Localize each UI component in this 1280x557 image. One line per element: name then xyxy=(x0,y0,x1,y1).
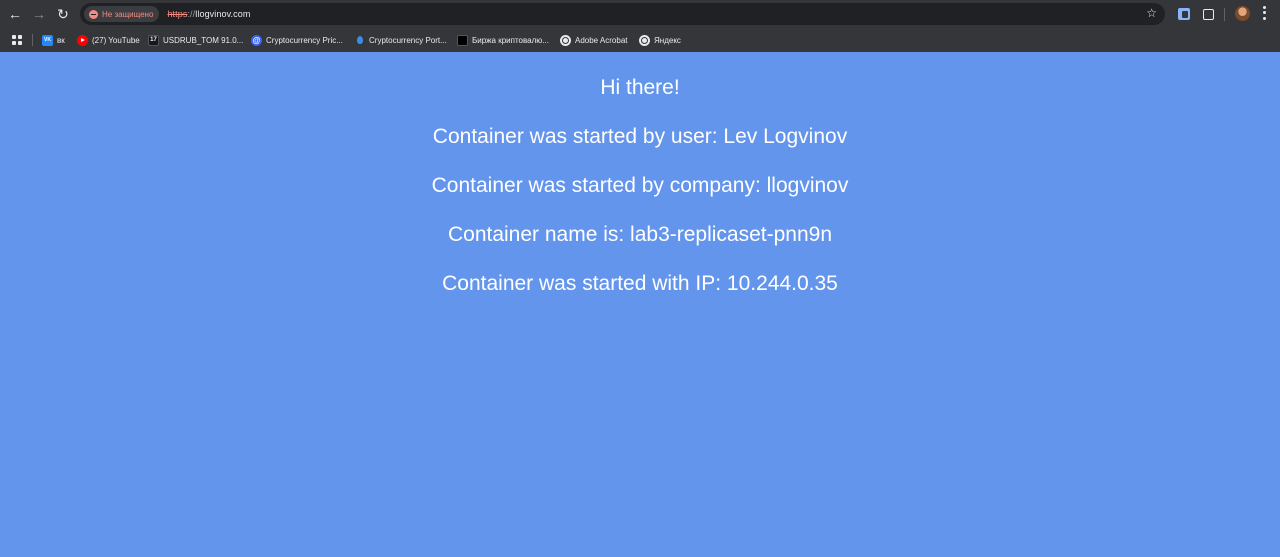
droplet-icon xyxy=(354,35,365,46)
url-host: llogvinov.com xyxy=(195,9,251,19)
translate-icon xyxy=(1178,8,1190,20)
forward-button[interactable]: → xyxy=(29,4,49,24)
reload-button[interactable]: ↻ xyxy=(53,4,73,24)
container-ip-line: Container was started with IP: 10.244.0.… xyxy=(442,272,838,295)
browser-chrome: ← → ↻ Не защищено https://llogvinov.com … xyxy=(0,0,1280,52)
bookmark-star-icon[interactable]: ☆ xyxy=(1146,6,1157,20)
bookmark-label: Яндекс xyxy=(654,35,681,45)
security-label: Не защищено xyxy=(102,9,154,19)
bookmark-label: Cryptocurrency Port... xyxy=(369,35,447,45)
bookmark-vk[interactable]: VK вк xyxy=(42,33,65,47)
translate-button[interactable] xyxy=(1176,6,1192,22)
bookmark-label: (27) YouTube xyxy=(92,35,140,45)
toolbar-divider xyxy=(1224,8,1225,21)
security-indicator[interactable]: Не защищено xyxy=(84,6,160,22)
bookmark-label: Adobe Acrobat xyxy=(575,35,628,45)
url-text[interactable]: https://llogvinov.com xyxy=(167,9,250,19)
more-menu-icon[interactable] xyxy=(1262,5,1266,21)
bookmark-usdrub[interactable]: 17 USDRUB_TOM 91.0... xyxy=(148,33,243,47)
globe-icon xyxy=(560,34,571,46)
coinmarketcap-icon: @ xyxy=(251,34,262,46)
bookmark-label: Cryptocurrency Pric... xyxy=(266,35,343,45)
youtube-icon xyxy=(77,34,88,46)
bookmark-label: вк xyxy=(57,35,65,45)
bookmark-yandex[interactable]: Яндекс xyxy=(639,33,681,47)
bookmark-crypto-prices[interactable]: @ Cryptocurrency Pric... xyxy=(251,33,343,47)
bookmark-crypto-portfolio[interactable]: Cryptocurrency Port... xyxy=(354,33,447,47)
container-name-line: Container name is: lab3-replicaset-pnn9n xyxy=(447,223,833,246)
browser-toolbar: ← → ↻ Не защищено https://llogvinov.com … xyxy=(0,0,1280,28)
tradingview-icon: 17 xyxy=(148,34,159,46)
apps-grid-icon[interactable] xyxy=(12,35,22,45)
page-content: Hi there! Container was started by user:… xyxy=(0,52,1280,557)
arrow-right-icon: → xyxy=(32,6,46,22)
exchange-icon xyxy=(457,34,468,46)
globe-icon xyxy=(639,34,650,46)
company-line: Container was started by company: llogvi… xyxy=(431,174,849,197)
bookmark-label: Биржа криптовалю... xyxy=(472,35,549,45)
back-button[interactable]: ← xyxy=(5,4,25,24)
extensions-button[interactable] xyxy=(1200,6,1216,22)
bookmark-adobe-acrobat[interactable]: Adobe Acrobat xyxy=(560,33,627,47)
bookmarks-divider xyxy=(32,34,33,46)
arrow-left-icon: ← xyxy=(8,6,22,22)
bookmarks-bar: VK вк (27) YouTube 17 USDRUB_TOM 91.0...… xyxy=(0,28,1280,52)
bookmark-youtube[interactable]: (27) YouTube xyxy=(77,33,140,47)
address-bar[interactable]: Не защищено https://llogvinov.com ☆ xyxy=(80,3,1165,25)
puzzle-icon xyxy=(1202,8,1214,20)
not-secure-icon xyxy=(89,9,98,19)
greeting-text: Hi there! xyxy=(600,76,680,99)
bookmark-label: USDRUB_TOM 91.0... xyxy=(163,35,244,45)
url-scheme: https xyxy=(167,9,188,19)
vk-icon: VK xyxy=(42,34,53,46)
reload-icon: ↻ xyxy=(57,6,69,22)
profile-avatar[interactable] xyxy=(1235,6,1250,21)
user-line: Container was started by user: Lev Logvi… xyxy=(432,125,848,148)
bookmark-exchange[interactable]: Биржа криптовалю... xyxy=(457,33,549,47)
